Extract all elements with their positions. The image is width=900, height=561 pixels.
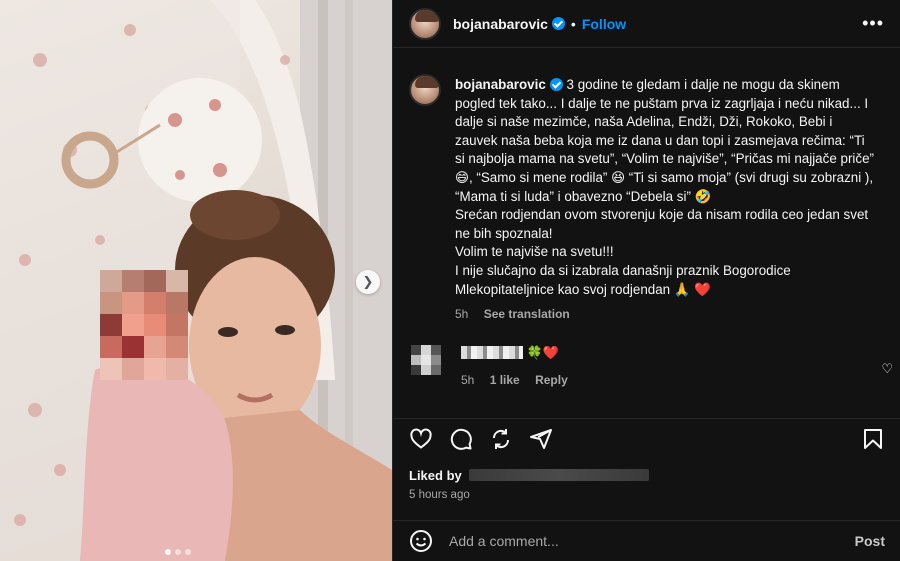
caption-username[interactable]: bojanabarovic bbox=[455, 77, 546, 92]
comment-button[interactable] bbox=[441, 419, 481, 459]
commenter-avatar[interactable] bbox=[411, 345, 441, 376]
commenter-username-redacted[interactable] bbox=[461, 346, 523, 360]
author-username[interactable]: bojanabarovic bbox=[453, 16, 548, 32]
follow-button[interactable]: Follow bbox=[582, 16, 626, 32]
next-media-button[interactable]: ❯ bbox=[356, 270, 380, 294]
reply-button[interactable]: Reply bbox=[535, 373, 568, 387]
smile-icon[interactable] bbox=[409, 529, 433, 553]
post-media[interactable]: ❯ bbox=[0, 0, 392, 561]
caption-timestamp[interactable]: 5h bbox=[455, 307, 468, 321]
liked-by-names-redacted[interactable] bbox=[469, 469, 650, 481]
add-comment-input[interactable] bbox=[449, 533, 847, 549]
caption-text: bojanabarovic 3 godine te gledam i dalje… bbox=[455, 64, 875, 299]
comment-item: 🍀❤️ 5h 1 like Reply ♡ bbox=[393, 321, 900, 387]
post-header: bojanabarovic • Follow ••• bbox=[393, 0, 900, 48]
caption-paragraph-2: Srećan rodjendan ovom stvorenju koje da … bbox=[455, 207, 869, 241]
caption-row: bojanabarovic 3 godine te gledam i dalje… bbox=[393, 48, 900, 321]
liked-by-label[interactable]: Liked by bbox=[409, 468, 462, 483]
chevron-right-icon: ❯ bbox=[362, 274, 374, 289]
repost-button[interactable] bbox=[481, 419, 521, 459]
post-comment-button[interactable]: Post bbox=[855, 533, 885, 549]
bookmark-icon bbox=[864, 428, 882, 449]
liked-by-row: Liked by bbox=[409, 468, 650, 483]
caption-paragraph-1: 3 godine te gledam i dalje ne mogu da sk… bbox=[455, 77, 874, 204]
author-avatar[interactable] bbox=[409, 7, 441, 40]
see-translation-link[interactable]: See translation bbox=[484, 307, 570, 321]
send-icon bbox=[530, 428, 552, 449]
carousel-dot bbox=[175, 549, 181, 555]
post-details-panel: bojanabarovic • Follow ••• bojanabarovic… bbox=[392, 0, 900, 561]
more-options-icon[interactable]: ••• bbox=[862, 13, 884, 34]
verified-badge-icon bbox=[551, 17, 565, 30]
comment-composer: Post bbox=[393, 520, 900, 561]
caption-meta: 5h See translation bbox=[455, 307, 875, 321]
post-time-ago[interactable]: 5 hours ago bbox=[409, 489, 470, 501]
caption-paragraph-3: Volim te najviše na svetu!!! bbox=[455, 244, 614, 260]
comments-area[interactable]: bojanabarovic 3 godine te gledam i dalje… bbox=[393, 48, 900, 408]
comment-likes-count[interactable]: 1 like bbox=[490, 373, 520, 387]
repost-icon bbox=[492, 428, 510, 449]
like-comment-heart-icon[interactable]: ♡ bbox=[881, 361, 893, 377]
comment-body: 🍀❤️ 5h 1 like Reply bbox=[461, 345, 580, 387]
share-button[interactable] bbox=[521, 419, 561, 459]
verified-badge-icon bbox=[549, 78, 563, 91]
caption-paragraph-4: I nije slučajno da si izabrala današnji … bbox=[455, 262, 791, 297]
comment-text: 🍀❤️ bbox=[526, 345, 559, 361]
post-photo bbox=[0, 0, 392, 561]
post-modal: ❯ bojanabarovic • Follow ••• bojanabarov… bbox=[0, 0, 900, 561]
save-button[interactable] bbox=[853, 419, 893, 459]
caption-author-avatar[interactable] bbox=[409, 74, 441, 106]
comment-meta: 5h 1 like Reply bbox=[461, 373, 580, 387]
comment-timestamp[interactable]: 5h bbox=[461, 373, 474, 387]
separator-dot: • bbox=[570, 15, 576, 32]
carousel-dot bbox=[165, 549, 171, 555]
carousel-indicator bbox=[165, 549, 191, 555]
like-button[interactable] bbox=[401, 419, 441, 459]
heart-icon bbox=[410, 428, 432, 449]
post-actions-bar bbox=[393, 418, 900, 458]
carousel-dot bbox=[185, 549, 191, 555]
comment-icon bbox=[450, 428, 472, 450]
